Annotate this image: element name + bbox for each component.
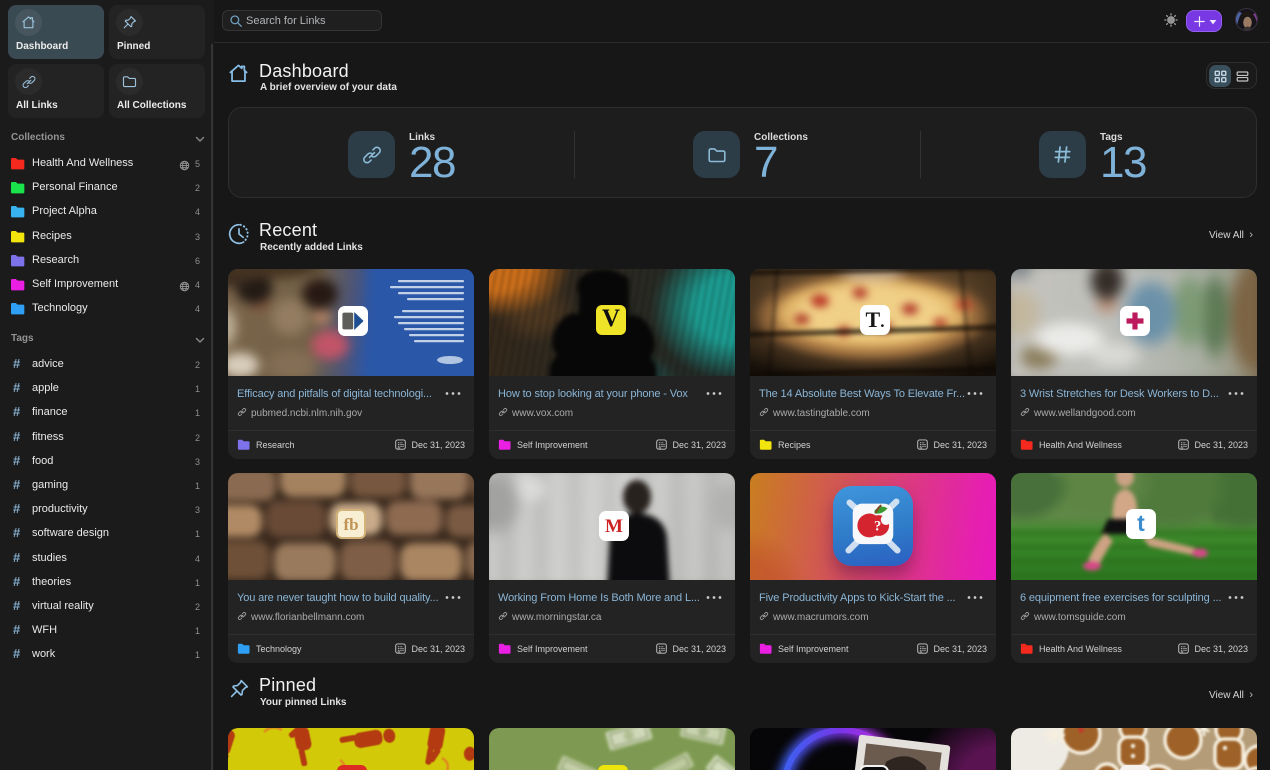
svg-text:?: ? [874, 519, 881, 535]
